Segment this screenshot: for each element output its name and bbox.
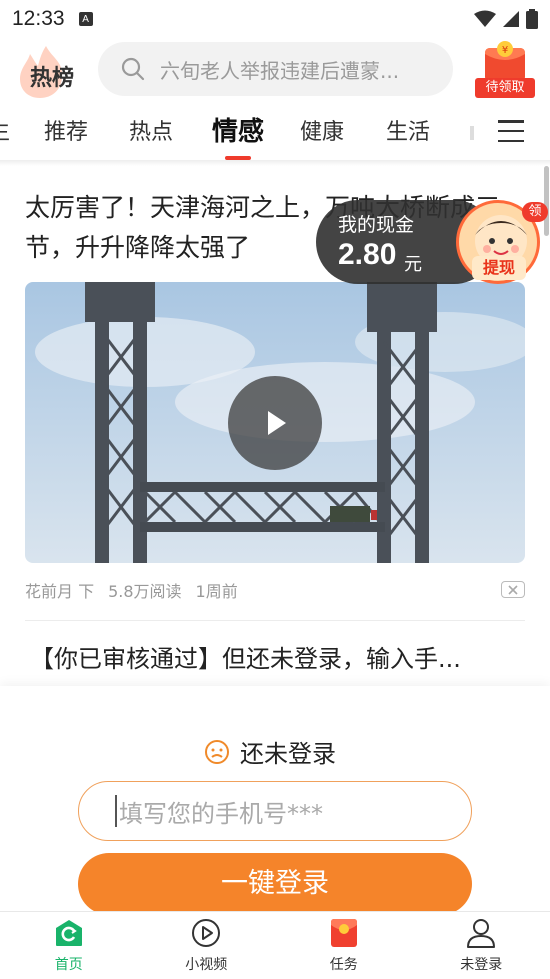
category-tabs: 生 推荐 热点 情感 健康 生活 bbox=[0, 102, 550, 160]
nav-tasks-label: 任务 bbox=[329, 957, 358, 973]
user-icon bbox=[466, 918, 496, 948]
article-meta: 花前月 下 5.8万阅读 1周前 bbox=[25, 578, 238, 602]
text-cursor bbox=[115, 795, 117, 827]
article-time: 1周前 bbox=[195, 582, 238, 601]
login-panel: 还未登录 填写您的手机号*** 一键登录 bbox=[0, 686, 550, 915]
red-envelope-reward[interactable]: ¥ 待领取 bbox=[475, 40, 535, 98]
tab-recommend[interactable]: 推荐 bbox=[44, 114, 88, 146]
nav-home-label: 首页 bbox=[54, 957, 83, 973]
gift-label: 待领取 bbox=[475, 78, 535, 98]
nav-short-video-label: 小视频 bbox=[185, 957, 228, 973]
withdraw-button[interactable]: 提现 bbox=[472, 256, 526, 280]
signal-icon bbox=[503, 11, 519, 27]
phone-input[interactable]: 填写您的手机号*** bbox=[78, 781, 472, 841]
battery-icon bbox=[526, 9, 538, 29]
nav-tasks[interactable]: 任务 bbox=[275, 912, 413, 979]
play-icon bbox=[268, 411, 286, 435]
phone-placeholder: 填写您的手机号*** bbox=[119, 799, 323, 828]
status-time: 12:33 bbox=[12, 7, 65, 30]
svg-text:¥: ¥ bbox=[502, 45, 508, 56]
wifi-icon bbox=[474, 10, 496, 27]
bottom-nav: 首页 小视频 任务 未登录 bbox=[0, 911, 550, 979]
tab-partial[interactable]: 生 bbox=[0, 114, 10, 146]
sad-face-icon bbox=[205, 739, 229, 764]
article-reads: 5.8万阅读 bbox=[108, 582, 182, 601]
app-logo[interactable]: 热榜 bbox=[16, 44, 86, 98]
status-indicators bbox=[474, 9, 538, 29]
nav-account-label: 未登录 bbox=[460, 957, 503, 973]
play-button[interactable] bbox=[228, 376, 322, 470]
receive-badge[interactable]: 领 bbox=[522, 202, 548, 222]
tab-health[interactable]: 健康 bbox=[300, 114, 344, 146]
search-placeholder: 六旬老人举报违建后遭蒙... bbox=[160, 58, 400, 83]
tab-life[interactable]: 生活 bbox=[386, 114, 430, 146]
cash-amount: 2.80 bbox=[338, 238, 397, 271]
cash-widget[interactable]: 我的现金 2.80 元 提现 领 bbox=[316, 200, 548, 284]
tab-hot[interactable]: 热点 bbox=[129, 114, 173, 146]
search-icon bbox=[120, 56, 146, 82]
tab-emotion[interactable]: 情感 bbox=[212, 111, 264, 148]
status-bar: 12:33 A bbox=[0, 0, 550, 38]
divider bbox=[25, 620, 525, 621]
header: 热榜 六旬老人举报违建后遭蒙... ¥ 待领取 bbox=[0, 38, 550, 102]
task-envelope-icon bbox=[329, 918, 359, 948]
home-icon bbox=[54, 918, 84, 948]
article-author: 花前月 下 bbox=[25, 582, 95, 601]
search-bar[interactable]: 六旬老人举报违建后遭蒙... bbox=[98, 42, 453, 96]
nav-home[interactable]: 首页 bbox=[0, 912, 138, 979]
menu-icon[interactable] bbox=[498, 120, 524, 142]
nav-short-video[interactable]: 小视频 bbox=[138, 912, 276, 979]
logo-text: 热榜 bbox=[30, 66, 75, 91]
dislike-button[interactable] bbox=[501, 581, 525, 598]
one-click-login-button[interactable]: 一键登录 bbox=[78, 853, 472, 915]
scrollbar[interactable] bbox=[544, 166, 549, 236]
cash-label: 我的现金 bbox=[338, 214, 415, 236]
tabs-shadow bbox=[0, 160, 550, 166]
video-play-icon bbox=[191, 918, 221, 948]
nav-account[interactable]: 未登录 bbox=[413, 912, 550, 979]
cash-unit: 元 bbox=[404, 254, 422, 275]
login-title: 还未登录 bbox=[204, 734, 336, 769]
article2-title[interactable]: 【你已审核通过】但还未登录，输入手... bbox=[30, 639, 520, 674]
notification-icon: A bbox=[78, 12, 93, 26]
login-title-text: 还未登录 bbox=[240, 740, 336, 768]
close-icon bbox=[508, 584, 518, 595]
tab-fade bbox=[470, 126, 474, 140]
